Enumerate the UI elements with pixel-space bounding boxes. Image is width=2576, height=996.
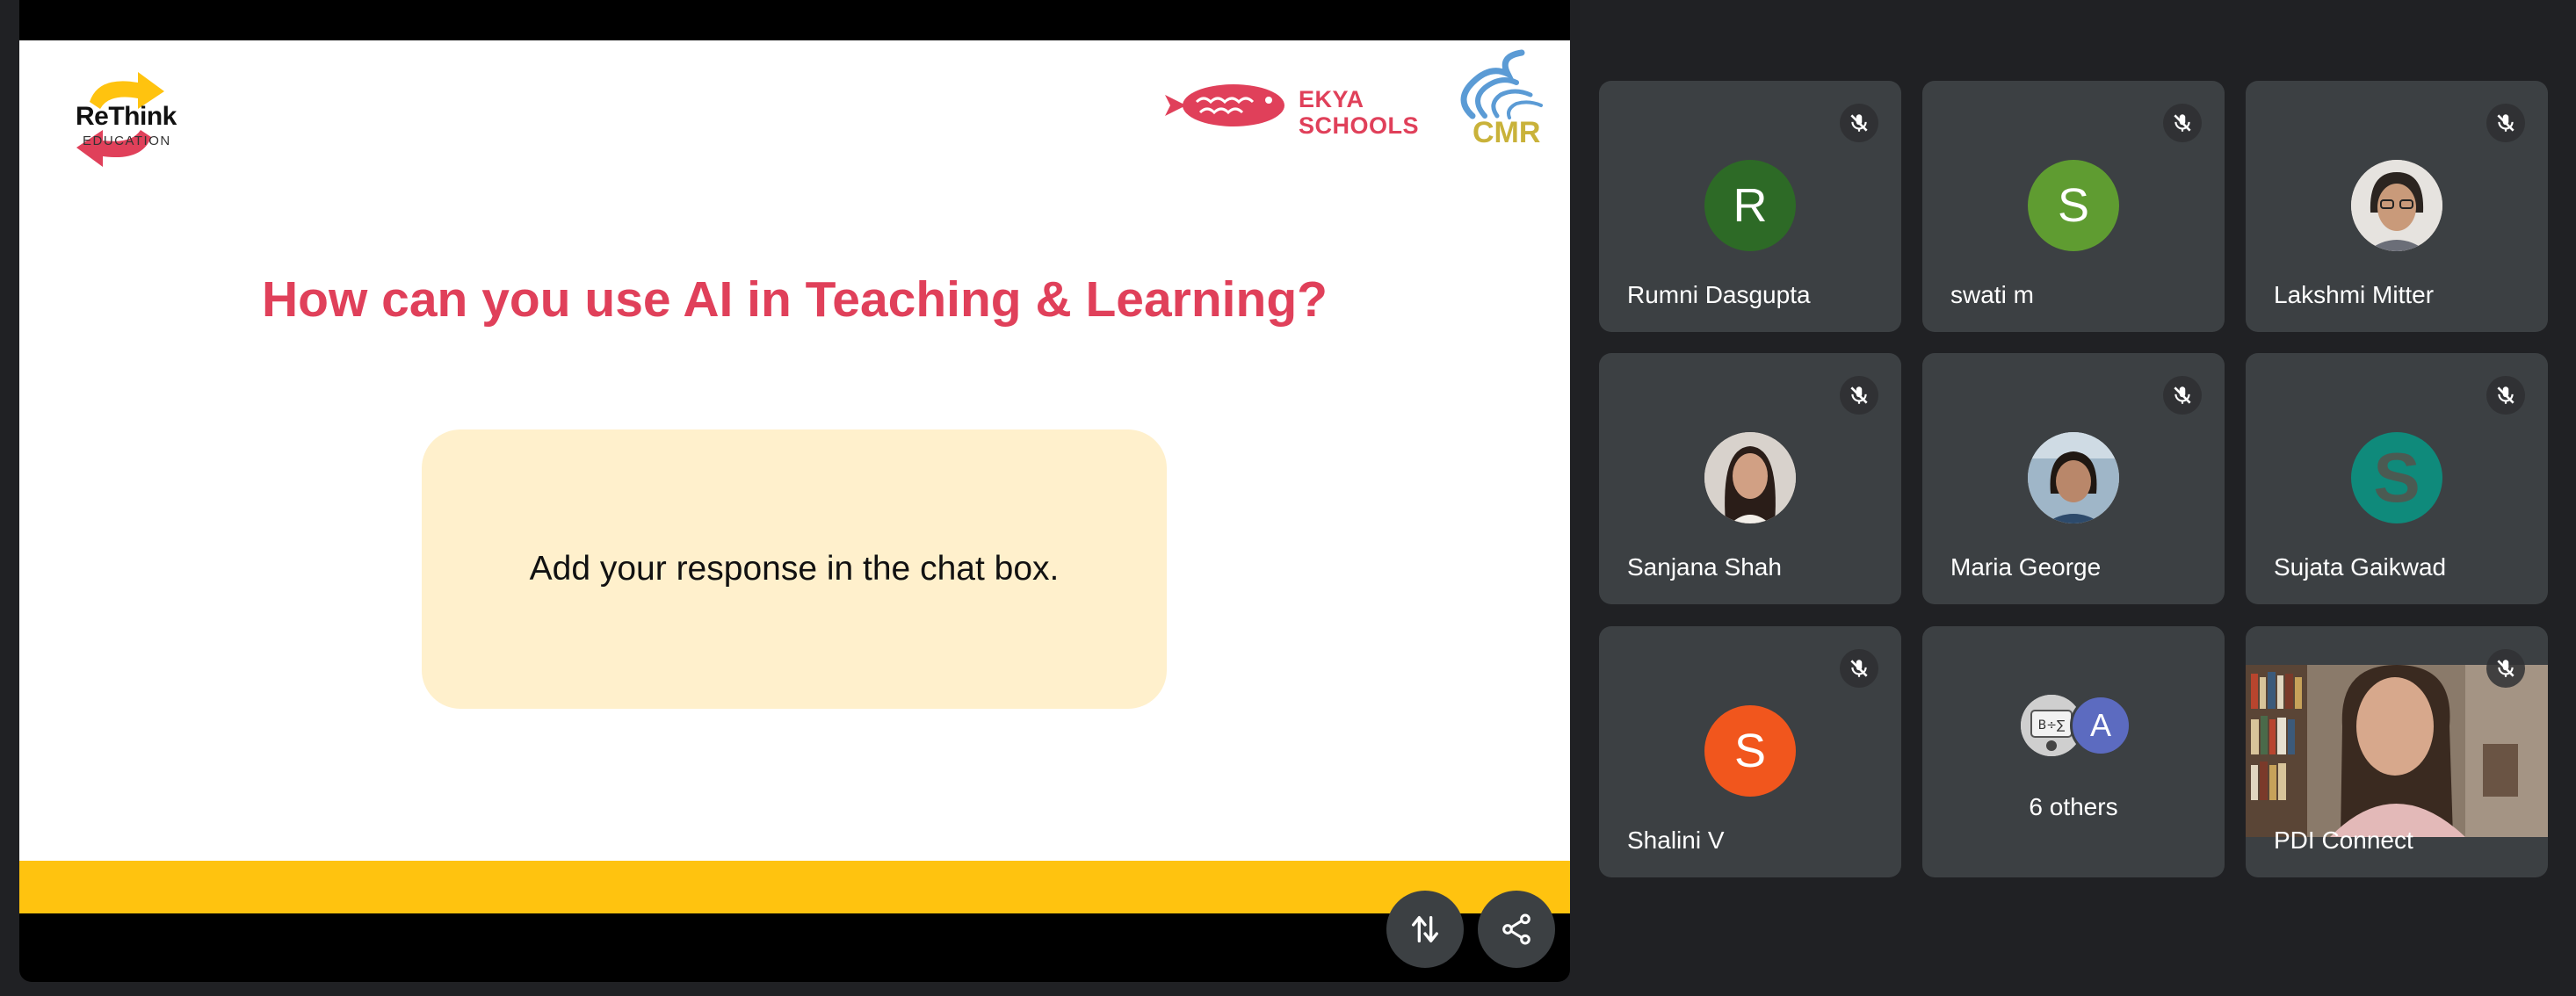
avatar: S <box>2351 432 2442 523</box>
participant-tile[interactable]: S swati m <box>1922 81 2225 332</box>
mic-off-icon <box>1840 376 1878 415</box>
participant-name: Maria George <box>1950 553 2102 581</box>
rethink-education-logo: ReThink EDUCATION <box>54 67 186 172</box>
rethink-logo-subtext: EDUCATION <box>83 134 171 148</box>
mic-off-icon <box>2486 376 2525 415</box>
cmr-logo: CMR <box>1446 47 1560 170</box>
others-avatar-stack: B÷∑ A <box>2021 695 2135 765</box>
share-icon <box>1502 913 1530 945</box>
participant-tile[interactable]: Maria George <box>1922 353 2225 604</box>
participant-name: Sujata Gaikwad <box>2274 553 2447 581</box>
avatar-photo <box>1704 432 1796 523</box>
participant-name: Lakshmi Mitter <box>2274 281 2435 308</box>
rethink-logo-text: ReThink <box>76 102 177 131</box>
slide-title: How can you use AI in Teaching & Learnin… <box>262 271 1328 328</box>
ekya-logo-text: EKYA SCHOOLS <box>1299 86 1419 139</box>
mic-off-icon <box>1840 649 1878 688</box>
participant-tile[interactable]: Sanjana Shah <box>1599 353 1901 604</box>
participant-tile[interactable]: S Shalini V <box>1599 626 1901 877</box>
avatar-initial: S <box>2373 438 2420 516</box>
avatar-initial: R <box>1733 179 1768 232</box>
svg-text:B÷∑: B÷∑ <box>2038 718 2066 733</box>
ekya-logo-line2: SCHOOLS <box>1299 112 1420 139</box>
avatar: S <box>2028 160 2119 251</box>
avatar-photo <box>2028 432 2119 523</box>
cmr-logo-text: CMR <box>1473 116 1541 149</box>
video-participant-tile[interactable]: PDI Connect <box>2246 626 2548 877</box>
ekya-logo-line1: EKYA <box>1299 86 1364 112</box>
participant-name: swati m <box>1950 281 2034 308</box>
mic-off-icon <box>1840 104 1878 142</box>
avatar-initial: S <box>2057 179 2090 232</box>
participant-name: Sanjana Shah <box>1627 553 1782 581</box>
participant-name: PDI Connect <box>2274 826 2413 854</box>
others-tile[interactable]: B÷∑ A 6 others <box>1922 626 2225 877</box>
participant-tile[interactable]: S Sujata Gaikwad <box>2246 353 2548 604</box>
response-prompt: Add your response in the chat box. <box>529 550 1060 588</box>
response-callout: Add your response in the chat box. <box>422 429 1167 709</box>
presentation-stage: ReThink EDUCATION EKYA SCHOOLS CMR How c… <box>19 0 1570 982</box>
avatar: A <box>2070 695 2131 756</box>
avatar-photo <box>2351 160 2442 251</box>
swap-vertical-icon <box>1412 916 1438 942</box>
swan-icon <box>1460 49 1543 119</box>
participant-name: Rumni Dasgupta <box>1627 281 1811 308</box>
participant-name: Shalini V <box>1627 826 1725 854</box>
swap-layout-button[interactable] <box>1386 891 1464 968</box>
mic-off-icon <box>2486 649 2525 688</box>
ekya-schools-logo: EKYA SCHOOLS <box>1161 67 1425 146</box>
mic-off-icon <box>2486 104 2525 142</box>
mic-off-icon <box>2163 104 2202 142</box>
avatar: R <box>1704 160 1796 251</box>
avatar-initial: A <box>2089 707 2111 743</box>
share-button[interactable] <box>1478 891 1555 968</box>
avatar-initial: S <box>1733 725 1767 777</box>
others-count-label: 6 others <box>2029 793 2118 820</box>
avatar: S <box>1704 705 1796 797</box>
participant-tile[interactable]: Lakshmi Mitter <box>2246 81 2548 332</box>
presentation-slide: ReThink EDUCATION EKYA SCHOOLS CMR How c… <box>19 40 1570 913</box>
slide-footer-bar <box>19 861 1570 913</box>
participant-video <box>2246 665 2548 837</box>
mic-off-icon <box>2163 376 2202 415</box>
fish-icon <box>1165 84 1284 126</box>
participant-tile[interactable]: R Rumni Dasgupta <box>1599 81 1901 332</box>
